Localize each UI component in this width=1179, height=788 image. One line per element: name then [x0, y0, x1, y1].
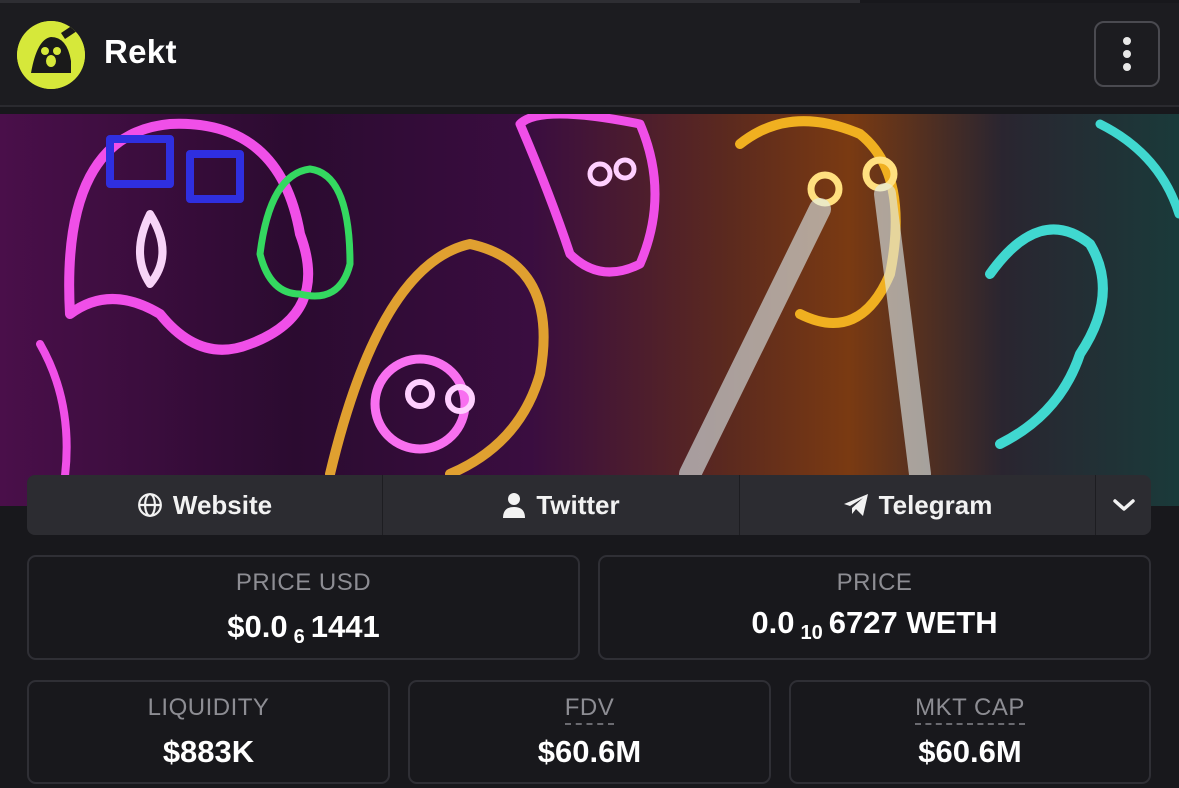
price-weth-card: PRICE 0.0 10 6727 WETH	[598, 555, 1151, 660]
more-links-button[interactable]	[1096, 475, 1151, 535]
liquidity-card: LIQUIDITY $883K	[27, 680, 390, 784]
header-bar: rekt Rekt	[0, 3, 1179, 107]
chevron-down-icon	[1112, 499, 1135, 511]
telegram-link[interactable]: Telegram	[740, 475, 1096, 535]
website-link[interactable]: Website	[27, 475, 383, 535]
app-title: Rekt	[104, 33, 177, 70]
logo-text: rekt	[43, 75, 58, 86]
telegram-icon	[843, 494, 868, 516]
twitter-label: Twitter	[536, 489, 620, 520]
price-usd-zero-count: 6	[293, 626, 305, 648]
price-usd-card: PRICE USD $0.0 6 1441	[27, 555, 580, 660]
banner-image	[0, 114, 1179, 506]
price-weth-value: 0.0 10 6727 WETH	[751, 605, 998, 644]
kebab-menu-button[interactable]	[1094, 21, 1160, 87]
kebab-menu-icon	[1123, 37, 1131, 45]
mkt-cap-value: $60.6M	[918, 734, 1022, 769]
liquidity-label: LIQUIDITY	[147, 694, 270, 721]
price-usd-label: PRICE USD	[235, 569, 372, 596]
globe-icon	[137, 493, 162, 517]
price-label: PRICE	[836, 569, 913, 596]
liquidity-value: $883K	[162, 734, 255, 769]
twitter-link[interactable]: Twitter	[383, 475, 740, 535]
mkt-cap-card[interactable]: MKT CAP $60.6M	[789, 680, 1151, 784]
rekt-logo: rekt	[17, 21, 85, 89]
price-weth-zero-count: 10	[800, 622, 823, 644]
fdv-card[interactable]: FDV $60.6M	[408, 680, 771, 784]
price-usd-value: $0.0 6 1441	[227, 609, 380, 648]
fdv-label[interactable]: FDV	[410, 694, 769, 725]
fdv-value: $60.6M	[537, 734, 642, 769]
user-icon	[503, 493, 526, 518]
website-label: Website	[172, 489, 273, 520]
social-links-bar: Website Twitter Telegram	[27, 475, 1151, 535]
neon-ghosts-banner	[36, 114, 1179, 506]
mkt-cap-label[interactable]: MKT CAP	[791, 694, 1149, 725]
telegram-label: Telegram	[878, 489, 993, 520]
